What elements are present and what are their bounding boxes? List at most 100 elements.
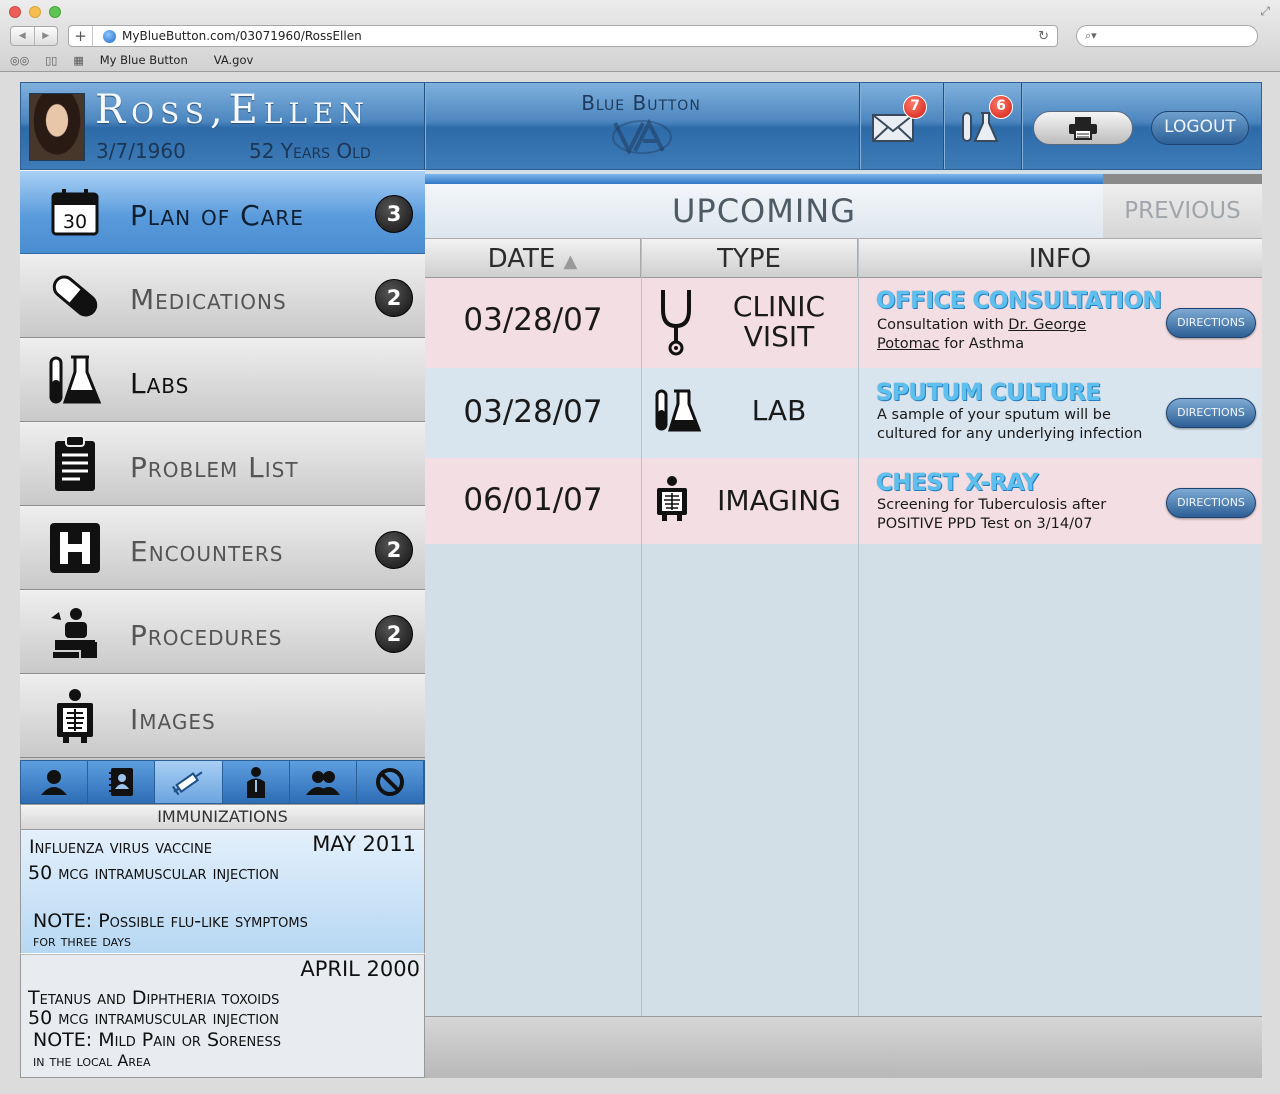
table-row[interactable]: 03/28/07 LAB SPUTUM CULTURE A sample of … [425,368,1262,458]
divider [424,83,425,169]
appointment-description: A sample of your sputum will be cultured… [877,407,1143,442]
sidebar-item-label: Images [130,702,216,736]
url-text[interactable]: MyBlueButton.com/03071960/RossEllen [122,29,362,43]
lab-results-button[interactable]: 6 [959,95,1013,145]
immunization-item[interactable]: Influenza virus vaccine MAY 2011 50 mcg … [20,830,425,954]
contacts-icon [109,768,134,796]
appointment-description: Screening for Tuberculosis after POSITIV… [877,497,1107,532]
forward-button[interactable]: ▶ [35,27,58,45]
table-row[interactable]: 03/28/07 CLINIC VISIT OFFICE CONSULTATION… [425,278,1262,368]
sidebar-item-encounters[interactable]: Encounters 2 [20,506,425,590]
zoom-window-button[interactable] [49,6,61,18]
labs-count-badge: 6 [989,95,1013,119]
count-badge: 2 [375,279,413,317]
bookmark-link[interactable]: My Blue Button [100,53,188,67]
bookmark-link[interactable]: VA.gov [214,53,254,67]
fullscreen-icon[interactable]: ⤢ [1260,4,1270,19]
sidebar-item-medications[interactable]: Medications 2 [20,254,425,338]
xray-icon [657,476,687,521]
sidebar-item-images[interactable]: Images [20,674,425,758]
column-header-date[interactable]: DATE ▲ [425,239,641,277]
immunization-date: APRIL 2000 [300,957,420,981]
sort-ascending-icon: ▲ [563,251,578,272]
xray-icon [57,689,93,743]
browser-chrome: ⤢ ◀ ▶ + MyBlueButton.com/03071960/RossEl… [0,0,1280,72]
sidebar-nav: 30 Plan of Care 3 Medications 2 Labs Pro… [20,170,425,758]
tab-contacts[interactable] [88,761,156,803]
tab-upcoming[interactable]: UPCOMING [425,184,1103,238]
minimize-window-button[interactable] [29,6,41,18]
history-nav: ◀ ▶ [10,26,58,46]
immunization-note: NOTE: Possible flu-like symptoms [33,910,308,932]
patient-age: 52 Years Old [249,139,371,163]
sidebar-item-procedures[interactable]: Procedures 2 [20,590,425,674]
appointment-type: CLINIC VISIT [732,290,826,353]
brand-title: Blue Button [581,91,701,115]
divider [1021,83,1022,169]
tab-providers[interactable] [223,761,290,803]
sidebar-item-label: Encounters [130,534,284,568]
progress-bar [425,174,1262,184]
column-header-info[interactable]: INFO [858,239,1262,277]
sidebar-item-label: Problem List [130,450,299,484]
messages-button[interactable]: 7 [871,95,927,145]
sidebar-item-label: Procedures [130,618,283,652]
immunization-dose: 50 mcg intramuscular injection [28,1007,280,1029]
tab-immunizations[interactable] [155,761,223,803]
doctor-icon [246,767,265,798]
sidebar-item-plan-of-care[interactable]: 30 Plan of Care 3 [20,170,425,254]
directions-button[interactable]: DIRECTIONS [1166,488,1256,518]
bookmarks-book-icon[interactable]: ▯▯ [45,54,57,67]
calendar-day: 30 [63,211,87,233]
person-icon [41,770,68,795]
table-row[interactable]: 06/01/07 IMAGING CHEST X-RAY Screening f… [425,458,1262,544]
syringe-icon [172,771,203,796]
directions-button[interactable]: DIRECTIONS [1166,308,1256,338]
sidebar-item-problem-list[interactable]: Problem List [20,422,425,506]
sidebar-item-label: Labs [130,366,190,400]
count-badge: 3 [375,195,413,233]
immunizations-header: IMMUNIZATIONS [20,804,425,830]
tab-family-history[interactable] [290,761,357,803]
reading-list-icon[interactable]: ◎◎ [10,54,29,67]
record-tabs [20,760,425,804]
sidebar-item-labs[interactable]: Labs [20,338,425,422]
divider [859,83,860,169]
add-bookmark-icon[interactable]: + [69,26,93,46]
calendar-icon: 30 [51,189,99,236]
count-badge: 2 [375,615,413,653]
immunization-dose: 50 mcg intramuscular injection [28,862,280,884]
top-sites-icon[interactable]: ▦ [73,54,83,67]
column-header-type[interactable]: TYPE [641,239,858,277]
immunization-item[interactable]: APRIL 2000 Tetanus and Diphtheria toxoid… [20,954,425,1078]
appointment-date: 03/28/07 [463,394,603,430]
appointment-date: 03/28/07 [463,302,603,338]
tab-allergies[interactable] [357,761,425,803]
print-button[interactable] [1033,111,1133,145]
appointment-description: Consultation with Dr. George Potomac for… [877,317,1087,352]
tab-demographics[interactable] [21,761,89,803]
close-window-button[interactable] [9,6,21,18]
divider [943,83,944,169]
address-bar[interactable]: + MyBlueButton.com/03071960/RossEllen ↻ [68,25,1058,47]
back-button[interactable]: ◀ [11,27,35,45]
messages-count-badge: 7 [903,95,927,119]
header-bar: Ross,Ellen 3/7/1960 52 Years Old Blue Bu… [20,82,1262,170]
sidebar-item-label: Medications [130,282,287,316]
appointment-title[interactable]: SPUTUM CULTURE [876,380,1101,406]
appointment-title[interactable]: CHEST X-RAY [876,470,1038,496]
reload-icon[interactable]: ↻ [1038,29,1049,44]
va-logo-icon [612,119,672,155]
appointment-type: IMAGING [717,484,841,517]
lab-flask-icon [49,355,102,404]
search-icon: ⌕▾ [1085,29,1097,42]
search-field[interactable]: ⌕▾ [1076,25,1258,47]
tab-previous[interactable]: PREVIOUS [1103,184,1262,238]
logout-button[interactable]: LOGOUT [1151,111,1249,145]
sidebar-item-label: Plan of Care [130,198,304,232]
directions-button[interactable]: DIRECTIONS [1166,398,1256,428]
clipboard-icon [55,435,95,491]
lab-flask-icon [655,389,701,432]
immunization-name: Tetanus and Diphtheria toxoids [28,987,280,1009]
appointment-title[interactable]: OFFICE CONSULTATION [876,288,1162,314]
